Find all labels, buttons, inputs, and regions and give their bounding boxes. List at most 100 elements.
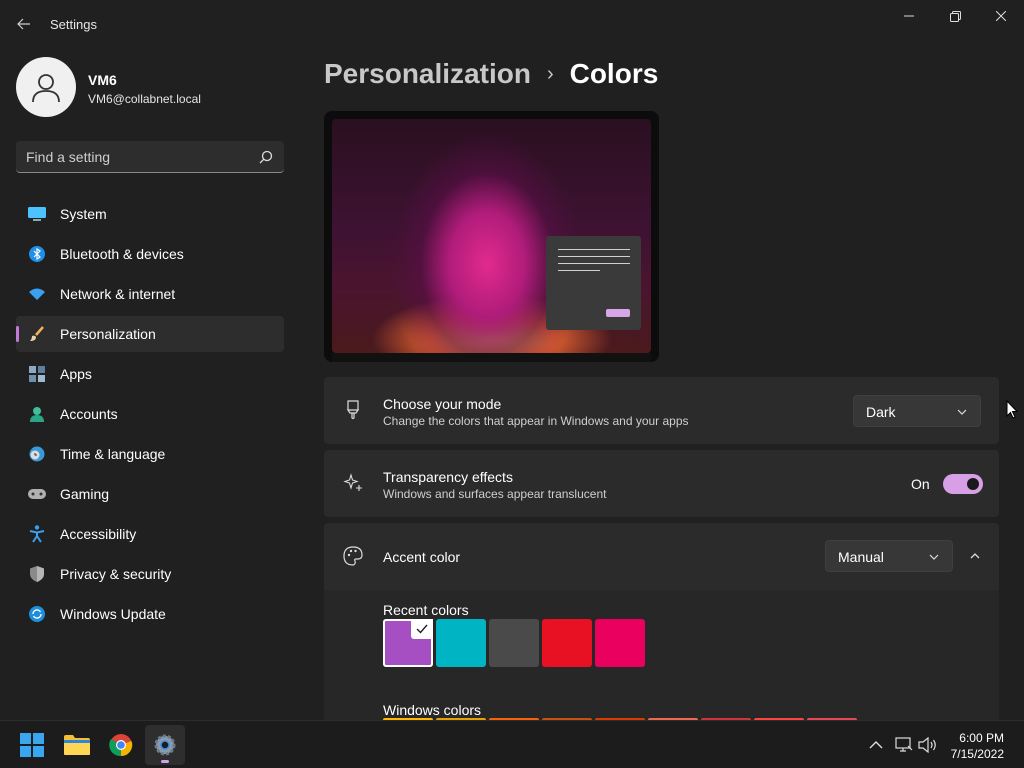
clock-globe-icon <box>28 445 46 463</box>
close-button[interactable] <box>978 0 1024 32</box>
accounts-icon <box>28 405 46 423</box>
restore-icon <box>949 10 961 22</box>
sidebar-item-label: System <box>60 206 107 222</box>
user-name: VM6 <box>88 72 117 88</box>
app-title: Settings <box>50 17 97 32</box>
close-icon <box>996 11 1006 21</box>
transparency-toggle[interactable] <box>943 474 983 494</box>
breadcrumb-separator-icon: › <box>546 62 554 85</box>
sidebar-item-label: Gaming <box>60 486 110 502</box>
sidebar-item-apps[interactable]: Apps <box>16 356 284 392</box>
recent-color-swatch[interactable] <box>383 619 433 667</box>
accent-dropdown[interactable]: Manual <box>825 540 953 572</box>
chrome-icon <box>109 734 133 757</box>
sidebar-item-accounts[interactable]: Accounts <box>16 396 284 432</box>
sidebar-item-label: Time & language <box>60 446 166 462</box>
clock-date: 7/15/2022 <box>950 747 1004 761</box>
ethernet-icon <box>895 737 913 752</box>
show-hidden-icons-button[interactable] <box>866 735 886 755</box>
transparency-title: Transparency effects <box>383 469 513 485</box>
volume-tray-icon[interactable] <box>918 735 938 755</box>
sidebar-item-network[interactable]: Network & internet <box>16 276 284 312</box>
mode-subtitle: Change the colors that appear in Windows… <box>383 414 689 428</box>
shield-icon <box>28 565 46 583</box>
restore-button[interactable] <box>932 0 978 32</box>
chevron-down-icon <box>957 409 967 415</box>
sidebar-item-label: Network & internet <box>60 286 176 302</box>
network-tray-icon[interactable] <box>894 735 914 755</box>
minimize-icon <box>904 15 914 17</box>
accent-dropdown-value: Manual <box>838 549 884 565</box>
sidebar-item-label: Personalization <box>60 326 156 342</box>
taskbar-clock[interactable]: 6:00 PM 7/15/2022 <box>951 730 1004 762</box>
sidebar-item-personalization[interactable]: Personalization <box>16 316 284 352</box>
mode-title: Choose your mode <box>383 396 502 412</box>
mouse-cursor-icon <box>1006 400 1018 419</box>
chrome-button[interactable] <box>101 725 141 765</box>
mode-card: Choose your mode Change the colors that … <box>324 377 999 444</box>
sidebar-item-gaming[interactable]: Gaming <box>16 476 284 512</box>
accent-card[interactable]: Accent color Manual <box>324 523 999 590</box>
accent-title: Accent color <box>383 549 461 565</box>
mode-dropdown-value: Dark <box>866 404 896 420</box>
taskbar: 6:00 PM 7/15/2022 <box>0 720 1024 768</box>
windows-colors-label: Windows colors <box>383 702 482 718</box>
sidebar-item-time-language[interactable]: Time & language <box>16 436 284 472</box>
speaker-icon <box>918 737 936 753</box>
sidebar-item-windows-update[interactable]: Windows Update <box>16 596 284 632</box>
sidebar-item-label: Windows Update <box>60 606 166 622</box>
sidebar-item-label: Apps <box>60 366 92 382</box>
search-input[interactable] <box>26 147 246 167</box>
transparency-state-label: On <box>911 476 930 492</box>
avatar[interactable] <box>16 57 76 117</box>
folder-icon <box>64 735 90 755</box>
breadcrumb-parent[interactable]: Personalization <box>324 58 531 90</box>
recent-color-swatch[interactable] <box>542 619 592 667</box>
page-title: Colors <box>569 58 659 89</box>
file-explorer-button[interactable] <box>57 725 97 765</box>
title-bar: Settings <box>0 0 1024 48</box>
mode-dropdown[interactable]: Dark <box>853 395 981 427</box>
search-box[interactable] <box>16 141 284 173</box>
sidebar-item-label: Accessibility <box>60 526 137 542</box>
user-icon <box>32 74 60 103</box>
paintbrush-icon <box>342 399 364 421</box>
back-button[interactable] <box>10 12 38 36</box>
back-arrow-icon <box>17 18 30 30</box>
transparency-subtitle: Windows and surfaces appear translucent <box>383 487 607 501</box>
sidebar-nav: System Bluetooth & devices Network & int… <box>16 196 284 636</box>
sidebar-item-accessibility[interactable]: Accessibility <box>16 516 284 552</box>
preview-taskbar <box>332 353 651 362</box>
sidebar-item-label: Privacy & security <box>60 566 172 582</box>
sidebar-item-privacy-security[interactable]: Privacy & security <box>16 556 284 592</box>
start-button[interactable] <box>12 725 52 765</box>
sidebar-item-system[interactable]: System <box>16 196 284 232</box>
apps-icon <box>28 365 46 383</box>
chevron-up-icon[interactable] <box>969 550 981 562</box>
recent-color-swatch[interactable] <box>436 619 486 667</box>
recent-color-swatch[interactable] <box>489 619 539 667</box>
system-icon <box>28 205 46 223</box>
sidebar-item-bluetooth[interactable]: Bluetooth & devices <box>16 236 284 272</box>
user-email: VM6@collabnet.local <box>88 92 201 106</box>
windows-logo-icon <box>20 733 44 757</box>
accessibility-icon <box>28 525 46 543</box>
active-app-indicator <box>161 760 169 763</box>
sparkle-icon <box>342 472 364 494</box>
breadcrumb: Personalization › Colors <box>324 58 658 90</box>
checkmark-icon <box>411 619 433 639</box>
gear-icon <box>154 734 176 756</box>
search-icon[interactable] <box>258 149 274 165</box>
minimize-button[interactable] <box>886 0 932 32</box>
settings-taskbar-button[interactable] <box>145 725 185 765</box>
transparency-card: Transparency effects Windows and surface… <box>324 450 999 517</box>
wifi-icon <box>28 285 46 303</box>
recent-color-swatch[interactable] <box>595 619 645 667</box>
theme-preview <box>324 111 659 362</box>
sidebar-item-label: Bluetooth & devices <box>60 246 184 262</box>
preview-accent-button <box>606 309 630 317</box>
sidebar-item-label: Accounts <box>60 406 118 422</box>
chevron-down-icon <box>929 554 939 560</box>
chevron-up-icon <box>869 741 883 749</box>
preview-window <box>546 236 641 330</box>
